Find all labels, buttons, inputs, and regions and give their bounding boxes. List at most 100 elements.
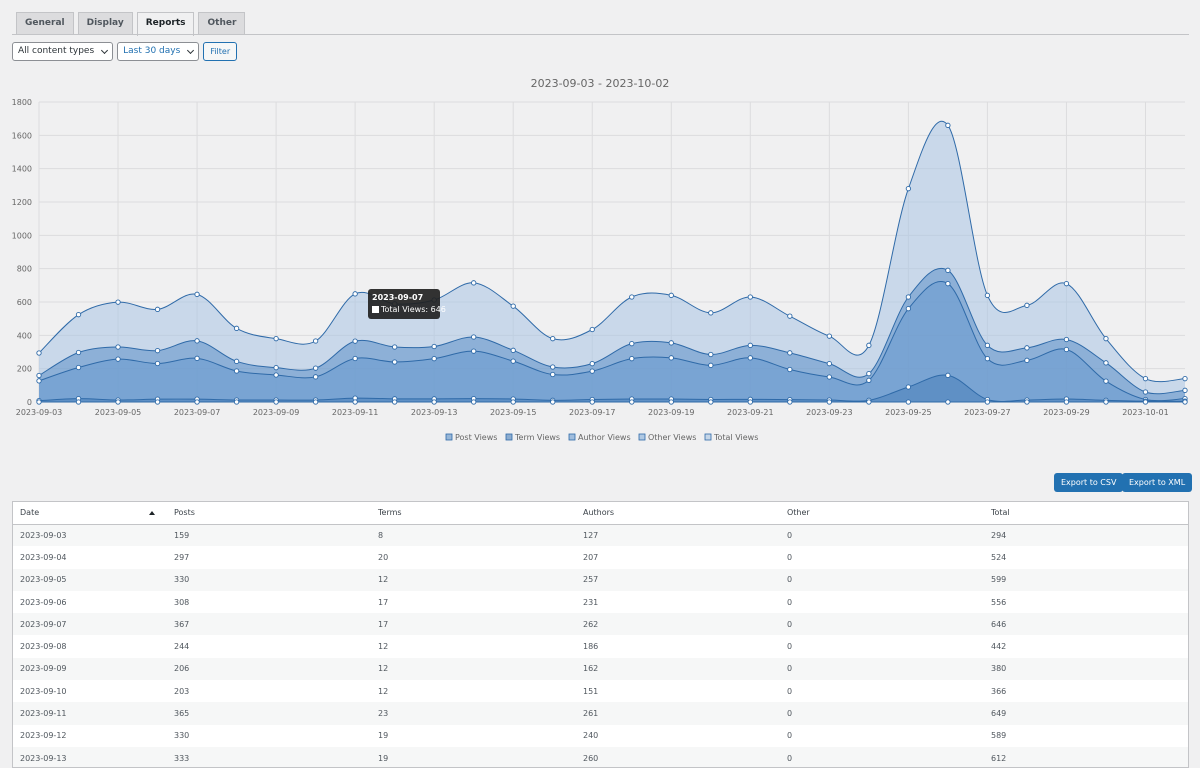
table-cell-total: 294 — [991, 530, 1007, 540]
point-post-views — [787, 350, 793, 356]
point-post-views — [747, 342, 753, 348]
point-post-views — [1103, 360, 1109, 366]
table-cell-other: 0 — [787, 619, 793, 629]
point-author-views — [708, 362, 714, 368]
table-cell-authors: 127 — [583, 530, 599, 540]
header-terms[interactable]: Terms — [371, 502, 576, 525]
point-other-views — [787, 399, 793, 405]
views-area-chart: 0 200 400 600 800 1000 1200 1400 1600 1800 2023-09… — [12, 98, 1188, 442]
header-posts[interactable]: Posts — [167, 502, 371, 525]
table-cell-other: 0 — [787, 753, 793, 763]
content-type-value: All content types — [18, 46, 95, 56]
point-post-views — [708, 351, 714, 358]
header-total[interactable]: Total — [984, 502, 1188, 525]
point-other-views — [826, 399, 832, 405]
point-author-views — [233, 368, 240, 374]
point-post-views — [984, 342, 991, 348]
header-date[interactable]: Date — [13, 502, 167, 525]
point-total-views — [471, 280, 477, 286]
point-total-views — [629, 294, 635, 300]
point-other-views — [115, 399, 121, 405]
tooltip-value: Total Views: 646 — [380, 305, 446, 314]
y-tick-label: 0 — [27, 398, 32, 407]
point-other-views — [708, 399, 714, 405]
point-total-views — [589, 326, 595, 333]
point-other-views — [1103, 399, 1109, 405]
point-author-views — [75, 364, 82, 371]
point-post-views — [826, 361, 832, 367]
x-tick-label: 2023-09-19 — [648, 408, 695, 417]
x-tick-label: 2023-09-15 — [490, 408, 537, 417]
legend-label: Term Views — [514, 433, 560, 442]
table-cell-total: 524 — [991, 552, 1007, 562]
table-cell-other: 0 — [787, 530, 793, 540]
table-cell-authors: 261 — [583, 709, 599, 719]
tab-other[interactable]: Other — [198, 12, 246, 35]
export-xml-button[interactable]: Export to XML — [1122, 473, 1193, 492]
table-row: 2023-09-11 365 23 261 0 649 — [13, 702, 1188, 725]
point-post-views — [668, 340, 674, 346]
table-row: 2023-09-05 330 12 257 0 599 — [13, 568, 1188, 591]
chart-title: 2023-09-03 - 2023-10-02 — [530, 77, 670, 90]
period-select[interactable]: Last 30 days — [117, 42, 200, 61]
point-total-views — [115, 299, 121, 305]
point-author-views — [352, 355, 358, 362]
table-cell-date: 2023-09-09 — [20, 664, 67, 674]
point-author-views — [1024, 357, 1030, 363]
legend-item-author-views[interactable]: Author Views — [568, 433, 631, 442]
point-total-views — [826, 333, 832, 339]
tab-general[interactable]: General — [16, 12, 74, 35]
point-other-views — [392, 399, 398, 405]
tabs-divider — [12, 34, 1189, 35]
point-post-views — [154, 348, 161, 354]
table-cell-other: 0 — [787, 709, 793, 719]
table-cell-terms: 17 — [378, 597, 389, 607]
legend-item-post-views[interactable]: Post Views — [445, 433, 497, 442]
table-cell-posts: 330 — [174, 575, 190, 585]
point-total-views — [1142, 376, 1149, 382]
table-cell-date: 2023-09-07 — [20, 619, 67, 629]
tab-display[interactable]: Display — [77, 12, 133, 35]
point-author-views — [115, 356, 121, 362]
table-row: 2023-09-07 367 17 262 0 646 — [13, 613, 1188, 636]
legend-swatch — [704, 433, 712, 441]
point-other-views — [866, 399, 872, 405]
point-total-views — [1024, 302, 1030, 308]
point-total-views — [75, 312, 82, 318]
point-other-views — [431, 399, 437, 405]
point-post-views — [550, 364, 556, 370]
table-cell-authors: 186 — [583, 642, 599, 652]
point-post-views — [36, 372, 42, 379]
point-post-views — [352, 338, 358, 344]
tab-reports[interactable]: Reports — [136, 12, 195, 36]
point-other-views — [75, 399, 82, 405]
point-other-views — [233, 399, 240, 405]
point-author-views — [194, 355, 200, 361]
legend-swatch — [568, 433, 576, 441]
point-total-views — [747, 294, 753, 300]
table-cell-authors: 151 — [583, 686, 599, 696]
table-cell-posts: 333 — [174, 753, 190, 763]
x-tick-label: 2023-09-27 — [964, 408, 1011, 417]
legend-item-term-views[interactable]: Term Views — [505, 433, 560, 442]
point-other-views — [510, 399, 516, 405]
table-cell-date: 2023-09-10 — [20, 686, 67, 696]
point-other-views — [36, 399, 42, 405]
table-row: 2023-09-04 297 20 207 0 524 — [13, 546, 1188, 568]
filter-button[interactable]: Filter — [203, 42, 238, 61]
point-total-views — [945, 122, 951, 128]
export-csv-button[interactable]: Export to CSV — [1054, 473, 1124, 492]
table-cell-other: 0 — [787, 575, 793, 585]
content-type-select[interactable]: All content types — [12, 42, 114, 61]
point-total-views — [312, 338, 319, 344]
point-post-views — [1024, 345, 1030, 351]
point-author-views — [866, 377, 872, 383]
point-other-views — [471, 399, 477, 405]
header-authors[interactable]: Authors — [576, 502, 780, 525]
y-tick-label: 1800 — [12, 98, 32, 107]
point-total-views — [866, 342, 872, 348]
legend-item-total-views[interactable]: Total Views — [704, 433, 758, 442]
legend-item-other-views[interactable]: Other Views — [638, 433, 696, 442]
header-other[interactable]: Other — [780, 502, 984, 525]
table-cell-terms: 20 — [378, 552, 389, 562]
